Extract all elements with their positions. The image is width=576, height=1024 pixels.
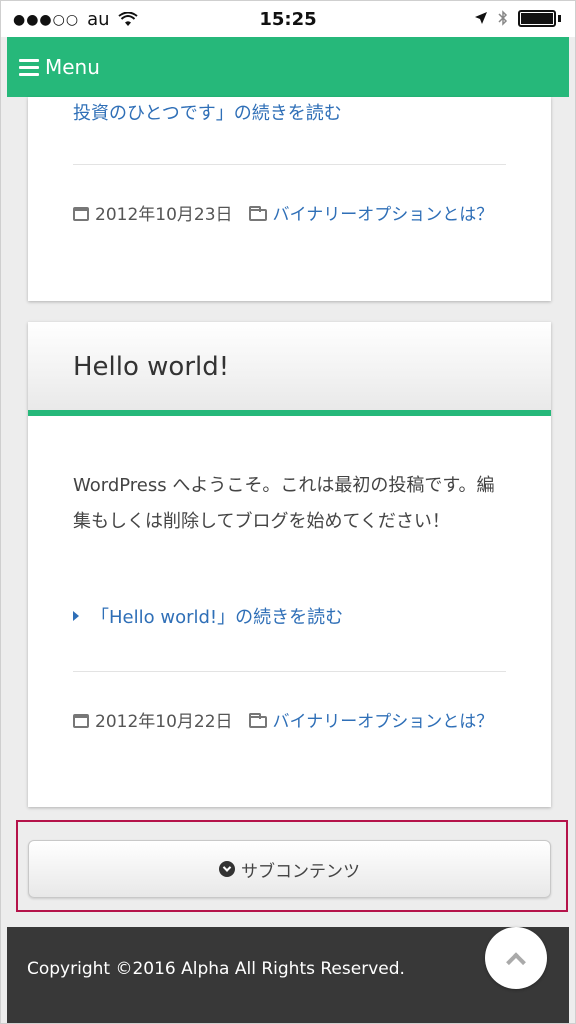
post-meta: 2012年10月22日 バイナリーオプションとは？ (73, 708, 511, 736)
phone-frame: ●●●○○ au 15:25 Menu 投資のひとつです」の続きを読む 2012… (0, 0, 576, 1024)
status-bar: ●●●○○ au 15:25 (1, 1, 575, 37)
post-date: 2012年10月22日 (95, 712, 233, 732)
read-more-row: 「Hello world!」の続きを読む (73, 603, 343, 629)
menu-button[interactable]: Menu (45, 55, 100, 79)
battery-icon (518, 9, 556, 27)
bluetooth-icon (498, 10, 508, 26)
post-card: 投資のひとつです」の続きを読む 2012年10月23日 バイナリーオプションとは？ (28, 97, 551, 301)
caret-right-icon (73, 611, 79, 621)
footer: Copyright ©2016 Alpha All Rights Reserve… (7, 927, 569, 1023)
calendar-icon (73, 207, 89, 221)
read-more-link[interactable]: 投資のひとつです」の続きを読む (73, 99, 342, 125)
hamburger-icon[interactable] (19, 58, 39, 76)
top-nav-bar: Menu (7, 37, 569, 97)
post-card: Hello world! WordPress へようこそ。これは最初の投稿です。… (28, 322, 551, 807)
battery-nub (558, 14, 561, 22)
post-header: Hello world! (28, 322, 551, 416)
copyright-text: Copyright ©2016 Alpha All Rights Reserve… (27, 959, 405, 979)
post-date: 2012年10月23日 (95, 205, 233, 225)
sub-contents-button[interactable]: サブコンテンツ (28, 840, 551, 898)
read-more-link[interactable]: 「Hello world!」の続きを読む (91, 607, 343, 628)
post-meta: 2012年10月23日 バイナリーオプションとは？ (73, 201, 511, 229)
folder-icon (248, 206, 267, 221)
folder-icon (248, 713, 267, 728)
post-excerpt: WordPress へようこそ。これは最初の投稿です。編集もしくは削除してブログ… (73, 475, 495, 532)
back-to-top-button[interactable] (485, 927, 547, 989)
divider (73, 671, 506, 672)
sub-contents-label: サブコンテンツ (241, 861, 360, 882)
location-arrow-icon (475, 12, 487, 24)
post-title[interactable]: Hello world! (73, 352, 229, 382)
calendar-icon (73, 714, 89, 728)
chevron-up-icon (506, 952, 526, 973)
divider (73, 164, 506, 165)
category-link[interactable]: バイナリーオプションとは？ (273, 712, 494, 732)
category-link[interactable]: バイナリーオプションとは？ (273, 205, 494, 225)
chevron-circle-down-icon (219, 861, 235, 877)
